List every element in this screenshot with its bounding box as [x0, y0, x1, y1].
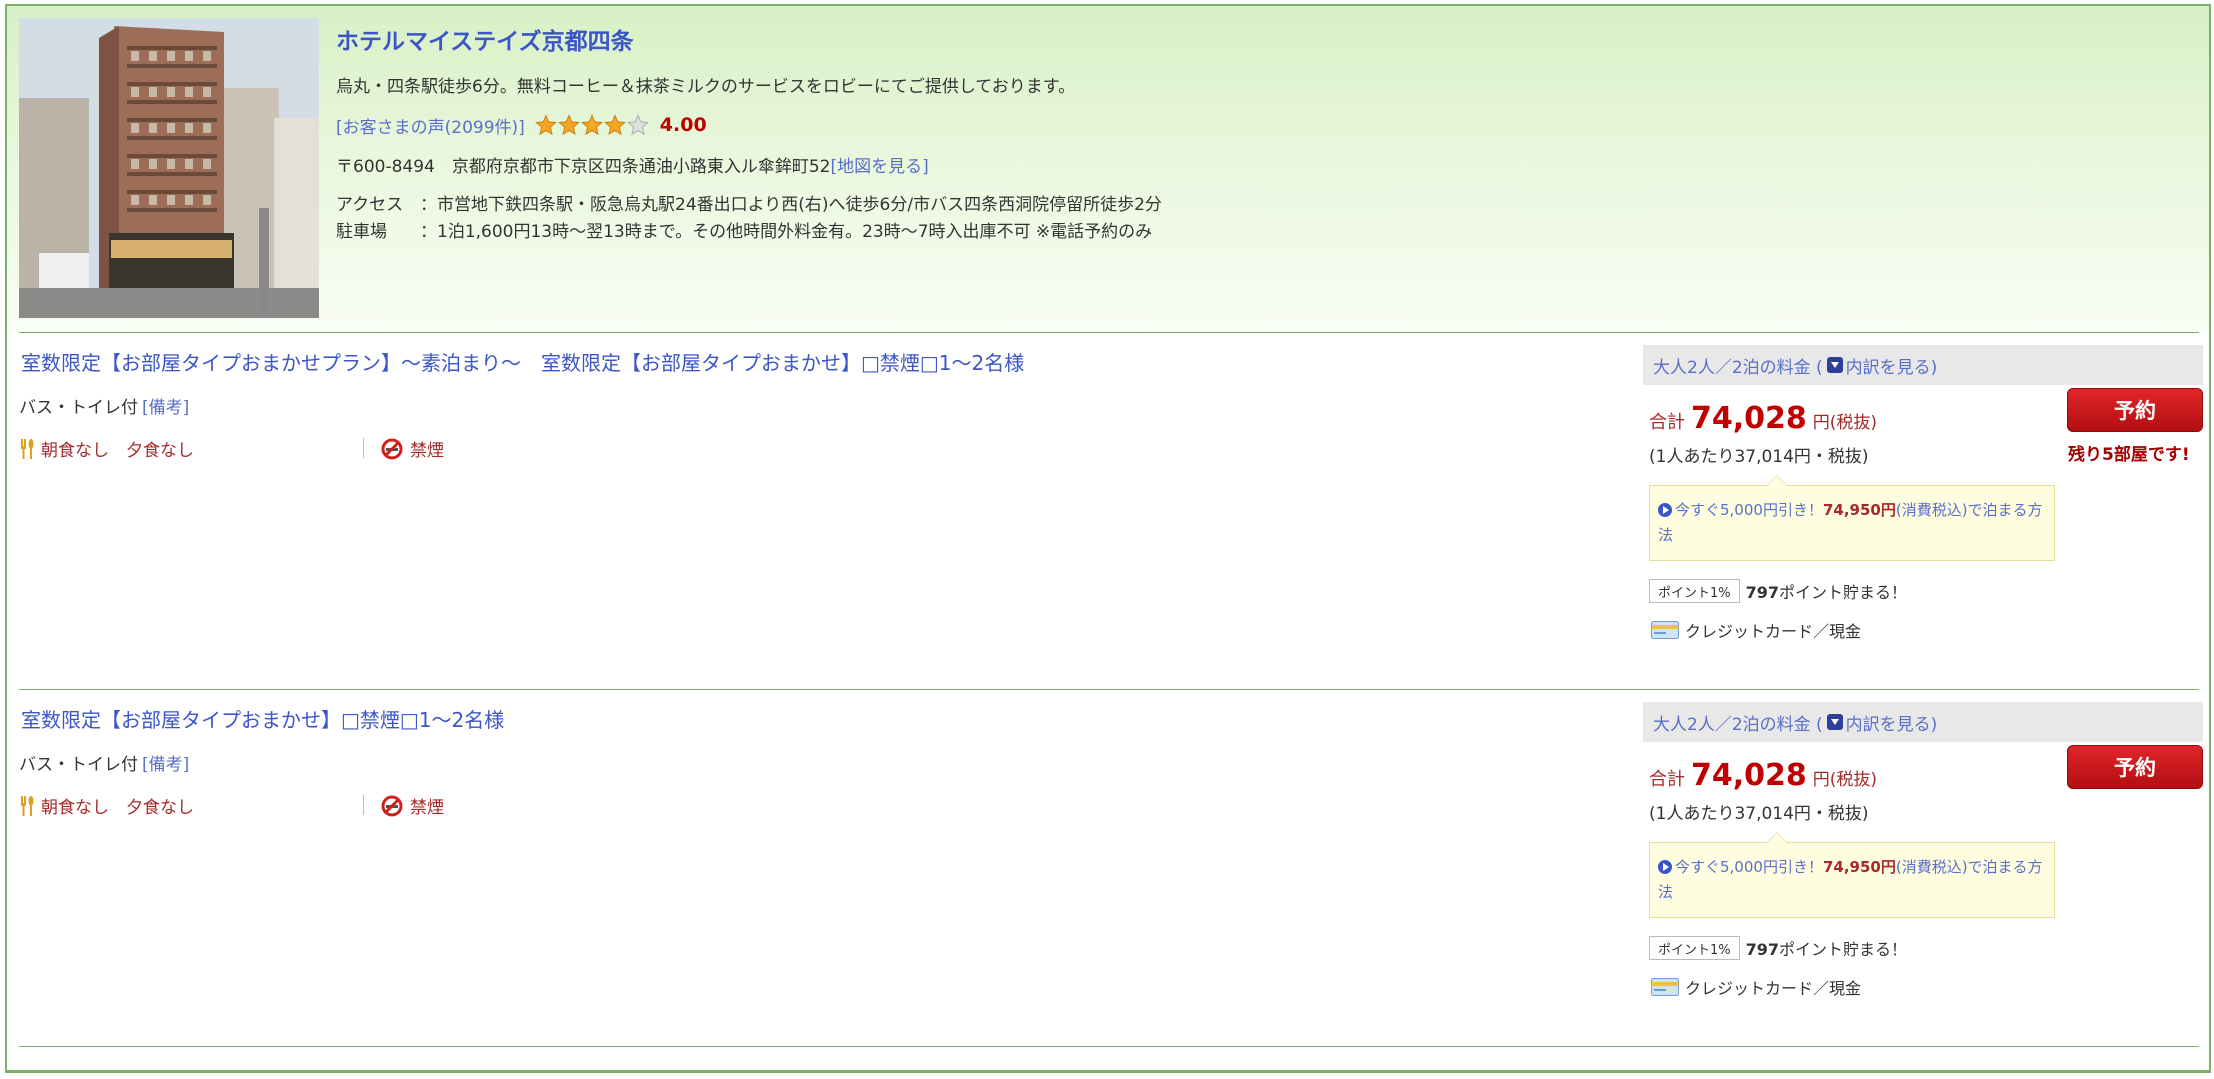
breakdown-link[interactable]: 内訳を見る) [1846, 710, 1938, 735]
hotel-address: 〒600-8494 京都府京都市下京区四条通油小路東入ル傘鉾町52[地図を見る] [336, 152, 929, 177]
tip-text: 今すぐ5,000円引き！ [1675, 501, 1823, 519]
rating-stars [534, 114, 650, 136]
smoking-text: 禁煙 [410, 441, 444, 461]
point-label: ポイント貯まる！ [1779, 583, 1908, 602]
column-separator [363, 438, 364, 458]
breakdown-link[interactable]: 内訳を見る) [1846, 353, 1938, 378]
no-smoking-icon [381, 438, 403, 459]
star-full-icon [580, 114, 603, 136]
room-facility: バス・トイレ付 [備考] [19, 750, 189, 775]
bath-toilet-text: バス・トイレ付 [19, 398, 138, 418]
points-info: ポイント1% 797ポイント貯まる！ [1649, 579, 1907, 603]
meal-text: 朝食なし 夕食なし [41, 441, 194, 461]
review-link[interactable]: [お客さまの声(2099件)] [336, 113, 525, 138]
total-unit: 円(税抜) [1812, 770, 1878, 790]
column-separator [363, 795, 364, 815]
total-label: 合計 [1649, 412, 1685, 433]
map-link[interactable]: [地図を見る] [830, 157, 928, 177]
payment-info: クレジットカード／現金 [1651, 618, 1861, 642]
address-text: 〒600-8494 京都府京都市下京区四条通油小路東入ル傘鉾町52 [336, 157, 831, 177]
total-label: 合計 [1649, 769, 1685, 790]
smoking-text: 禁煙 [410, 798, 444, 818]
star-empty-icon [626, 114, 649, 136]
price-header: 大人2人／2泊の料金 ( 内訳を見る) [1643, 345, 2203, 385]
hotel-name-link[interactable]: ホテルマイステイズ京都四条 [336, 22, 634, 56]
per-person-price: (1人あたり37,014円・税抜) [1649, 447, 1869, 467]
bath-toilet-text: バス・トイレ付 [19, 755, 138, 775]
review-row: [お客さまの声(2099件)] 4.00 [336, 112, 707, 138]
notes-link[interactable]: [備考] [142, 398, 189, 418]
credit-card-icon [1651, 978, 1679, 996]
breakdown-arrow-icon[interactable] [1826, 357, 1843, 373]
point-rate-badge: ポイント1% [1649, 936, 1740, 960]
parking-label: 駐車場 [336, 222, 387, 242]
star-full-icon [603, 114, 626, 136]
access-row: アクセス ：市営地下鉄四条駅・阪急烏丸駅24番出口より西(右)へ徒歩6分/市バス四… [336, 192, 1162, 219]
payment-text: クレジットカード／現金 [1685, 622, 1862, 641]
total-price: 合計 74,028 円(税抜) [1649, 758, 1877, 793]
rooms-remaining: 残り5部屋です! [2068, 445, 2190, 465]
plan-title-link[interactable]: 室数限定【お部屋タイプおまかせプラン】～素泊まり～ 室数限定【お部屋タイプおまか… [21, 347, 1024, 376]
hotel-header: ホテルマイステイズ京都四条 烏丸・四条駅徒歩6分。無料コーヒー＆抹茶ミルクのサー… [7, 6, 2209, 332]
meal-info: 朝食なし 夕食なし [19, 793, 194, 818]
price-header-text: 大人2人／2泊の料金 ( [1653, 714, 1823, 735]
credit-card-icon [1651, 621, 1679, 639]
total-price: 合計 74,028 円(税抜) [1649, 401, 1877, 436]
reserve-button[interactable]: 予約 [2067, 388, 2203, 432]
hotel-result-card: ホテルマイステイズ京都四条 烏丸・四条駅徒歩6分。無料コーヒー＆抹茶ミルクのサー… [5, 4, 2211, 1073]
tip-price: 74,950円 [1822, 858, 1896, 876]
total-amount: 74,028 [1691, 758, 1807, 793]
payment-text: クレジットカード／現金 [1685, 979, 1862, 998]
point-label: ポイント貯まる！ [1779, 940, 1908, 959]
hotel-photo[interactable] [19, 18, 319, 318]
point-rate-badge: ポイント1% [1649, 579, 1740, 603]
hotel-catch-copy: 烏丸・四条駅徒歩6分。無料コーヒー＆抹茶ミルクのサービスをロビーにてご提供してお… [336, 77, 1076, 97]
meal-utensils-icon [21, 438, 34, 459]
reserve-button[interactable]: 予約 [2067, 745, 2203, 789]
notes-link[interactable]: [備考] [142, 755, 189, 775]
parking-text: ：1泊1,600円13時～翌13時まで。その他時間外料金有。23時～7時入出庫不… [420, 222, 1153, 242]
play-circle-icon [1658, 860, 1672, 874]
meal-text: 朝食なし 夕食なし [41, 798, 194, 818]
point-amount: 797 [1745, 583, 1780, 602]
play-circle-icon [1658, 503, 1672, 517]
points-info: ポイント1% 797ポイント貯まる！ [1649, 936, 1907, 960]
star-full-icon [534, 114, 557, 136]
plan-row: 室数限定【お部屋タイプおまかせプラン】～素泊まり～ 室数限定【お部屋タイプおまか… [7, 333, 2209, 683]
access-text: ：市営地下鉄四条駅・阪急烏丸駅24番出口より西(右)へ徒歩6分/市バス四条西洞院… [420, 195, 1162, 215]
tip-price: 74,950円 [1822, 501, 1896, 519]
room-facility: バス・トイレ付 [備考] [19, 393, 189, 418]
point-amount: 797 [1745, 940, 1780, 959]
tip-text: 今すぐ5,000円引き！ [1675, 858, 1823, 876]
hotel-building-image [19, 18, 319, 318]
no-smoking-icon [381, 795, 403, 816]
meal-info: 朝食なし 夕食なし [19, 436, 194, 461]
meal-utensils-icon [21, 795, 34, 816]
smoking-info: 禁煙 [381, 793, 444, 818]
point-text: 797ポイント貯まる！ [1746, 936, 1907, 960]
total-unit: 円(税抜) [1812, 413, 1878, 433]
hotel-access-info: アクセス ：市営地下鉄四条駅・阪急烏丸駅24番出口より西(右)へ徒歩6分/市バス四… [336, 192, 1162, 246]
breakdown-arrow-icon[interactable] [1826, 714, 1843, 730]
plan-row: 室数限定【お部屋タイプおまかせ】□禁煙□1～2名様 バス・トイレ付 [備考] 朝食… [7, 690, 2209, 1040]
discount-tip[interactable]: 今すぐ5,000円引き！74,950円(消費税込)で泊まる方法 [1649, 475, 2055, 561]
smoking-info: 禁煙 [381, 436, 444, 461]
payment-info: クレジットカード／現金 [1651, 975, 1861, 999]
section-divider [19, 1046, 2199, 1047]
access-label: アクセス [336, 195, 404, 215]
parking-row: 駐車場 ：1泊1,600円13時～翌13時まで。その他時間外料金有。23時～7時入… [336, 219, 1162, 246]
rating-score: 4.00 [659, 114, 707, 136]
plan-title-link[interactable]: 室数限定【お部屋タイプおまかせ】□禁煙□1～2名様 [21, 704, 504, 733]
price-header: 大人2人／2泊の料金 ( 内訳を見る) [1643, 702, 2203, 742]
total-amount: 74,028 [1691, 401, 1807, 436]
discount-tip[interactable]: 今すぐ5,000円引き！74,950円(消費税込)で泊まる方法 [1649, 832, 2055, 918]
star-full-icon [557, 114, 580, 136]
point-text: 797ポイント貯まる！ [1746, 579, 1907, 603]
price-header-text: 大人2人／2泊の料金 ( [1653, 357, 1823, 378]
per-person-price: (1人あたり37,014円・税抜) [1649, 804, 1869, 824]
